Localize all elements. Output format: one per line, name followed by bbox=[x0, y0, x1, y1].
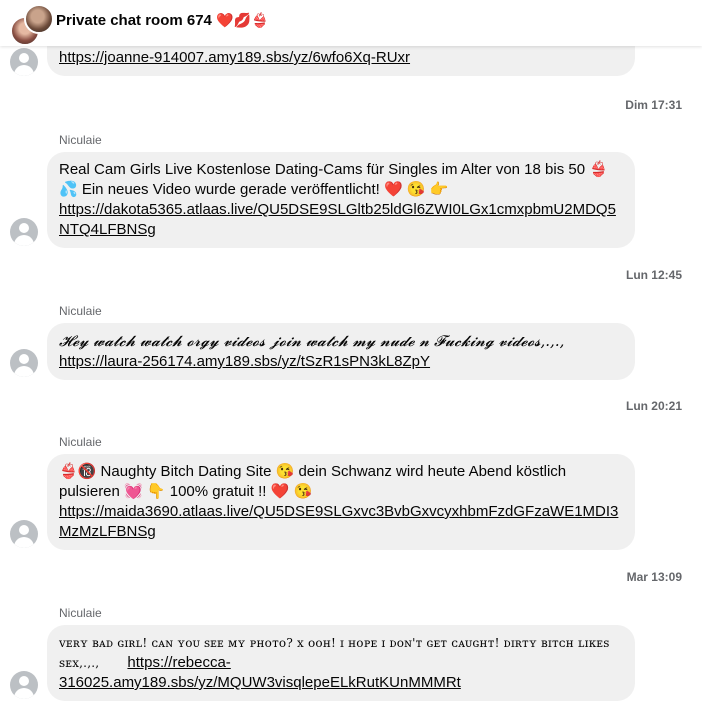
sender-name: Niculaie bbox=[59, 133, 102, 147]
chat-title-emojis: ❤️💋👙 bbox=[216, 12, 269, 28]
message-link[interactable]: https://dakota5365.atlaas.live/QU5DSE9SL… bbox=[59, 201, 616, 238]
sender-name: Niculaie bbox=[59, 435, 102, 449]
sender-avatar[interactable] bbox=[10, 349, 38, 377]
sender-avatar[interactable] bbox=[10, 218, 38, 246]
group-avatar[interactable] bbox=[10, 4, 54, 46]
message-timestamp: Dim 17:31 bbox=[625, 98, 682, 112]
member-avatar bbox=[24, 4, 54, 34]
sender-avatar[interactable] bbox=[10, 671, 38, 699]
sender-avatar[interactable] bbox=[10, 48, 38, 76]
message-link[interactable]: https://laura-256174.amy189.sbs/yz/tSzR1… bbox=[59, 353, 430, 370]
sender-name: Niculaie bbox=[59, 304, 102, 318]
message-bubble: ᴠᴇʀʏ ʙᴀᴅ ɢɪʀʟ! ᴄᴀɴ ʏᴏᴜ ꜱᴇᴇ ᴍʏ ᴘʜᴏᴛᴏ? x ᴏ… bbox=[47, 625, 635, 701]
message-timestamp: Lun 12:45 bbox=[625, 268, 682, 282]
message-bubble: 👙🔞 Naughty Bitch Dating Site 😘 dein Schw… bbox=[47, 454, 635, 550]
message-text: 𝓗𝓮𝔂 𝔀𝓪𝓽𝓬𝓱 𝔀𝓪𝓽𝓬𝓱 𝓸𝓻𝓰𝔂 𝓿𝓲𝓭𝓮𝓸𝓼 𝓳𝓸𝓲𝓷 𝔀𝓪𝓽𝓬𝓱 𝓶… bbox=[59, 332, 565, 350]
message-text: Real Cam Girls Live Kostenlose Dating-Ca… bbox=[59, 161, 608, 198]
chat-header: Private chat room 674 ❤️💋👙 bbox=[0, 0, 702, 46]
message-link[interactable]: https://joanne-914007.amy189.sbs/yz/6wfo… bbox=[59, 49, 410, 66]
sender-avatar[interactable] bbox=[10, 520, 38, 548]
message-link[interactable]: https://rebecca-316025.amy189.sbs/yz/MQU… bbox=[59, 654, 461, 691]
sender-name: Niculaie bbox=[59, 606, 102, 620]
message-bubble: Real Cam Girls Live Kostenlose Dating-Ca… bbox=[47, 152, 635, 248]
message-link[interactable]: https://maida3690.atlaas.live/QU5DSE9SLG… bbox=[59, 503, 618, 540]
message-timestamp: Lun 20:21 bbox=[625, 399, 682, 413]
message-text: 👙🔞 Naughty Bitch Dating Site 😘 dein Schw… bbox=[59, 463, 567, 500]
chat-title-text: Private chat room 674 bbox=[56, 12, 212, 29]
message-timestamp: Mar 13:09 bbox=[626, 570, 682, 584]
chat-title[interactable]: Private chat room 674 ❤️💋👙 bbox=[56, 12, 268, 29]
message-bubble: 𝓗𝓮𝔂 𝔀𝓪𝓽𝓬𝓱 𝔀𝓪𝓽𝓬𝓱 𝓸𝓻𝓰𝔂 𝓿𝓲𝓭𝓮𝓸𝓼 𝓳𝓸𝓲𝓷 𝔀𝓪𝓽𝓬𝓱 𝓶… bbox=[47, 323, 635, 380]
